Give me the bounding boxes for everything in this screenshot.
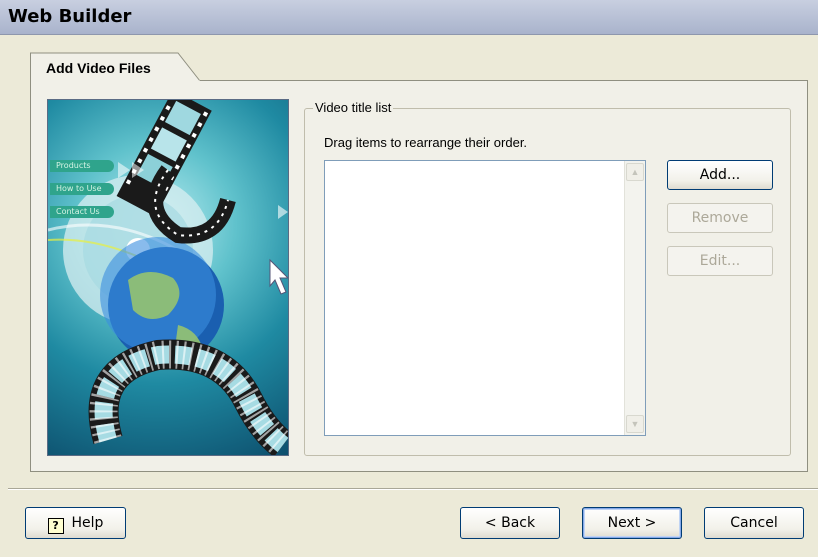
scroll-down-icon[interactable]: ▼ [626,415,644,433]
film-globe-illustration [48,100,288,455]
drag-hint-text: Drag items to rearrange their order. [324,135,528,150]
cancel-button[interactable]: Cancel [704,507,804,539]
window-title: Web Builder [8,6,132,27]
group-legend: Video title list [313,100,394,115]
tab-add-video-files[interactable]: Add Video Files [30,52,201,83]
video-title-listbox[interactable]: ▲ ▼ [324,160,646,436]
wizard-banner-image: Products How to Use Contact Us [47,99,289,456]
help-button-label: Help [71,515,104,531]
remove-button[interactable]: Remove [667,203,773,233]
listbox-scrollbar[interactable]: ▲ ▼ [624,161,645,435]
footer-divider [8,488,818,490]
help-button[interactable]: ? Help [25,507,126,539]
next-button[interactable]: Next > [582,507,682,539]
help-icon: ? [47,518,64,534]
tab-label: Add Video Files [46,60,151,76]
banner-menu-how-to-use: How to Use [50,183,114,195]
scroll-up-icon[interactable]: ▲ [626,163,644,181]
banner-menu-products: Products [50,160,114,172]
back-button[interactable]: < Back [460,507,560,539]
edit-button[interactable]: Edit... [667,246,773,276]
title-bar: Web Builder [0,0,818,35]
add-button[interactable]: Add... [667,160,773,190]
banner-menu-contact-us: Contact Us [50,206,114,218]
